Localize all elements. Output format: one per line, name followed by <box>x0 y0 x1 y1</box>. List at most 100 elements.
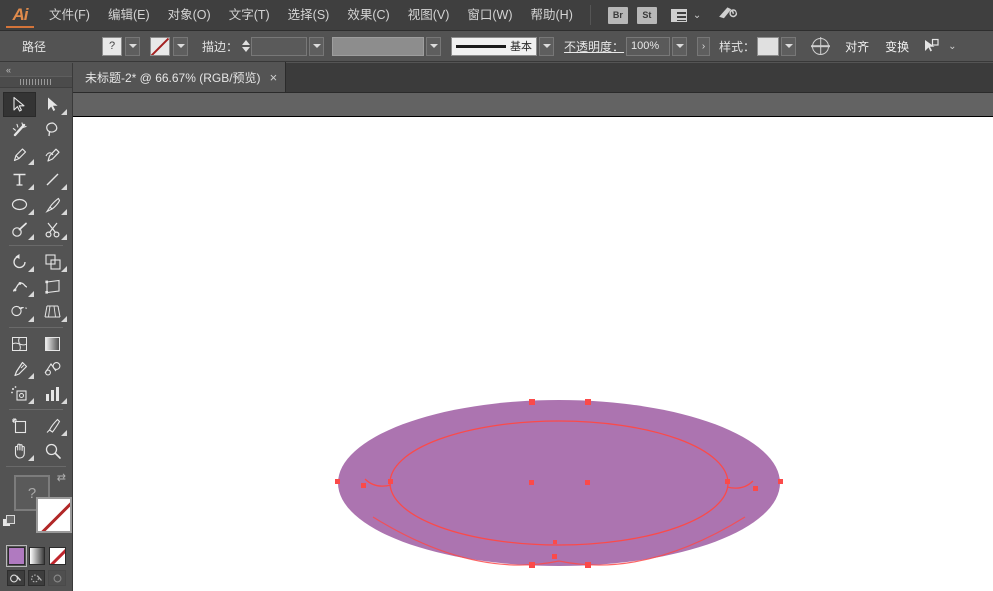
blend-icon <box>44 361 61 375</box>
tool-line-segment[interactable] <box>36 167 69 192</box>
stroke-weight-stepper[interactable] <box>240 36 251 56</box>
tool-free-transform[interactable] <box>36 274 69 299</box>
tool-shape-builder[interactable] <box>3 299 36 324</box>
tool-blend[interactable] <box>36 356 69 381</box>
graphic-style-swatch[interactable] <box>757 36 780 56</box>
tool-type[interactable] <box>3 167 36 192</box>
tool-column-graph[interactable] <box>36 381 69 406</box>
color-swatch[interactable] <box>6 545 27 567</box>
width-profile-dropdown[interactable] <box>426 36 442 56</box>
ellipse-icon <box>11 198 28 211</box>
creative-cloud-icon[interactable] <box>714 2 740 28</box>
opacity-expand-button[interactable]: › <box>697 36 711 56</box>
close-icon[interactable]: × <box>270 71 278 84</box>
arrange-documents-button[interactable]: ⌄ <box>670 8 701 22</box>
scale-icon <box>44 253 61 270</box>
fill-color-swatch[interactable]: ? <box>102 36 123 56</box>
tool-direct-selection[interactable] <box>36 92 69 117</box>
tool-pen[interactable] <box>3 142 36 167</box>
tool-slice[interactable] <box>36 413 69 438</box>
drawing-modes <box>0 565 72 586</box>
tool-perspective-grid[interactable] <box>36 299 69 324</box>
tool-artboard[interactable] <box>3 413 36 438</box>
artboard-canvas[interactable] <box>73 117 993 591</box>
control-bar: 路径 ? 描边： 基本 不透明度： 100% › 样式： 对齐 变换 ⌄ <box>0 31 993 62</box>
tool-mesh[interactable] <box>3 331 36 356</box>
tool-zoom[interactable] <box>36 438 69 463</box>
tool-divider <box>6 466 66 467</box>
tool-width[interactable] <box>3 274 36 299</box>
select-similar-icon[interactable] <box>923 38 939 54</box>
tool-hand[interactable] <box>3 438 36 463</box>
tool-shaper[interactable] <box>3 217 36 242</box>
menu-type[interactable]: 文字(T) <box>220 0 279 31</box>
swap-fill-stroke-icon[interactable]: ⇄ <box>57 471 66 484</box>
anchor-point <box>585 480 590 485</box>
transform-button[interactable]: 变换 <box>885 38 909 55</box>
tool-gradient[interactable] <box>36 331 69 356</box>
gradient-swatch[interactable] <box>28 547 46 565</box>
column-graph-icon <box>46 386 59 401</box>
vector-shapes <box>338 400 780 566</box>
opacity-input[interactable]: 100% <box>626 36 671 56</box>
opacity-dropdown[interactable] <box>672 36 688 56</box>
default-fill-stroke-icon[interactable] <box>2 515 16 529</box>
menu-edit[interactable]: 编辑(E) <box>99 0 159 31</box>
tool-lasso[interactable] <box>36 117 69 142</box>
select-similar-chevron-icon[interactable]: ⌄ <box>948 41 956 52</box>
tool-group-indicator <box>61 209 67 215</box>
anchor-point <box>553 540 557 544</box>
draw-inside-icon <box>53 574 62 582</box>
change-screen-mode-button[interactable] <box>0 586 72 591</box>
menu-window[interactable]: 窗口(W) <box>458 0 521 31</box>
anchor-point <box>388 479 393 484</box>
tool-magic-wand[interactable] <box>3 117 36 142</box>
brush-definition-preview[interactable]: 基本 <box>451 36 538 56</box>
style-label: 样式： <box>719 39 756 54</box>
document-tab[interactable]: 未标题-2* @ 66.67% (RGB/预览) × <box>73 62 287 92</box>
menu-object[interactable]: 对象(O) <box>159 0 220 31</box>
none-swatch[interactable] <box>49 547 67 565</box>
line-segment-icon <box>46 173 59 186</box>
stroke-color-swatch[interactable] <box>150 36 171 56</box>
tool-symbol-sprayer[interactable] <box>3 381 36 406</box>
tool-eyedropper[interactable] <box>3 356 36 381</box>
graphic-style-dropdown[interactable] <box>781 36 797 56</box>
draw-behind-mode[interactable] <box>27 570 46 586</box>
menu-select[interactable]: 选择(S) <box>279 0 339 31</box>
stroke-weight-dropdown[interactable] <box>309 36 325 56</box>
direct-selection-arrow-icon <box>48 97 58 111</box>
tool-paintbrush[interactable] <box>36 192 69 217</box>
draw-inside-mode[interactable] <box>48 570 67 586</box>
menu-help[interactable]: 帮助(H) <box>522 0 582 31</box>
brush-definition-dropdown[interactable] <box>539 36 555 56</box>
tool-rotate[interactable] <box>3 249 36 274</box>
draw-normal-mode[interactable] <box>7 570 25 586</box>
tool-selection[interactable] <box>3 92 36 117</box>
menu-file[interactable]: 文件(F) <box>40 0 99 31</box>
bridge-button[interactable]: Br <box>607 6 628 24</box>
lasso-icon <box>45 122 57 137</box>
fill-dropdown-button[interactable] <box>125 36 141 56</box>
tool-curvature[interactable] <box>36 142 69 167</box>
stock-button[interactable]: St <box>636 6 657 24</box>
stroke-dropdown-button[interactable] <box>173 36 189 56</box>
menu-view[interactable]: 视图(V) <box>399 0 459 31</box>
stroke-swatch[interactable] <box>36 497 72 533</box>
anchor-point <box>335 479 340 484</box>
type-icon <box>13 173 26 186</box>
menu-effect[interactable]: 效果(C) <box>338 0 398 31</box>
variable-width-profile[interactable] <box>332 36 425 56</box>
collapse-panel-icon[interactable]: « <box>0 63 72 76</box>
stroke-weight-input[interactable] <box>251 36 308 56</box>
tool-scale[interactable] <box>36 249 69 274</box>
stroke-weight-label: 描边： <box>202 39 239 54</box>
align-button[interactable]: 对齐 <box>845 38 869 55</box>
tool-scissors[interactable] <box>36 217 69 242</box>
anchor-point <box>529 480 534 485</box>
tool-ellipse[interactable] <box>3 192 36 217</box>
recolor-artwork-icon[interactable] <box>812 37 830 55</box>
tool-group-indicator <box>28 455 34 461</box>
tool-group-indicator <box>28 159 34 165</box>
panel-drag-handle[interactable] <box>0 76 72 88</box>
